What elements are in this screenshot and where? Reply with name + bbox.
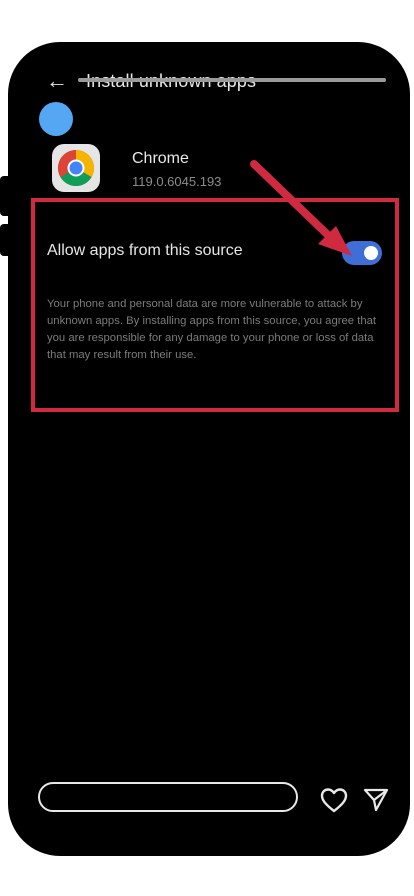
toggle-knob bbox=[364, 246, 378, 260]
allow-toggle-switch[interactable] bbox=[342, 241, 382, 265]
side-power-button bbox=[0, 224, 12, 256]
heart-icon[interactable] bbox=[319, 786, 349, 814]
app-version: 119.0.6045.193 bbox=[132, 174, 222, 189]
header-underline bbox=[78, 78, 386, 82]
chrome-icon bbox=[52, 144, 100, 192]
send-icon[interactable] bbox=[362, 786, 390, 814]
allow-setting-label: Allow apps from this source bbox=[47, 242, 243, 259]
message-reply-field[interactable] bbox=[38, 782, 298, 812]
side-volume-button bbox=[0, 176, 12, 216]
touch-indicator-dot bbox=[39, 102, 73, 136]
app-name: Chrome bbox=[132, 150, 189, 167]
security-warning-text: Your phone and personal data are more vu… bbox=[47, 298, 377, 361]
app-info-row: Chrome 119.0.6045.193 bbox=[52, 144, 392, 194]
back-arrow-icon[interactable]: ← bbox=[46, 70, 68, 92]
